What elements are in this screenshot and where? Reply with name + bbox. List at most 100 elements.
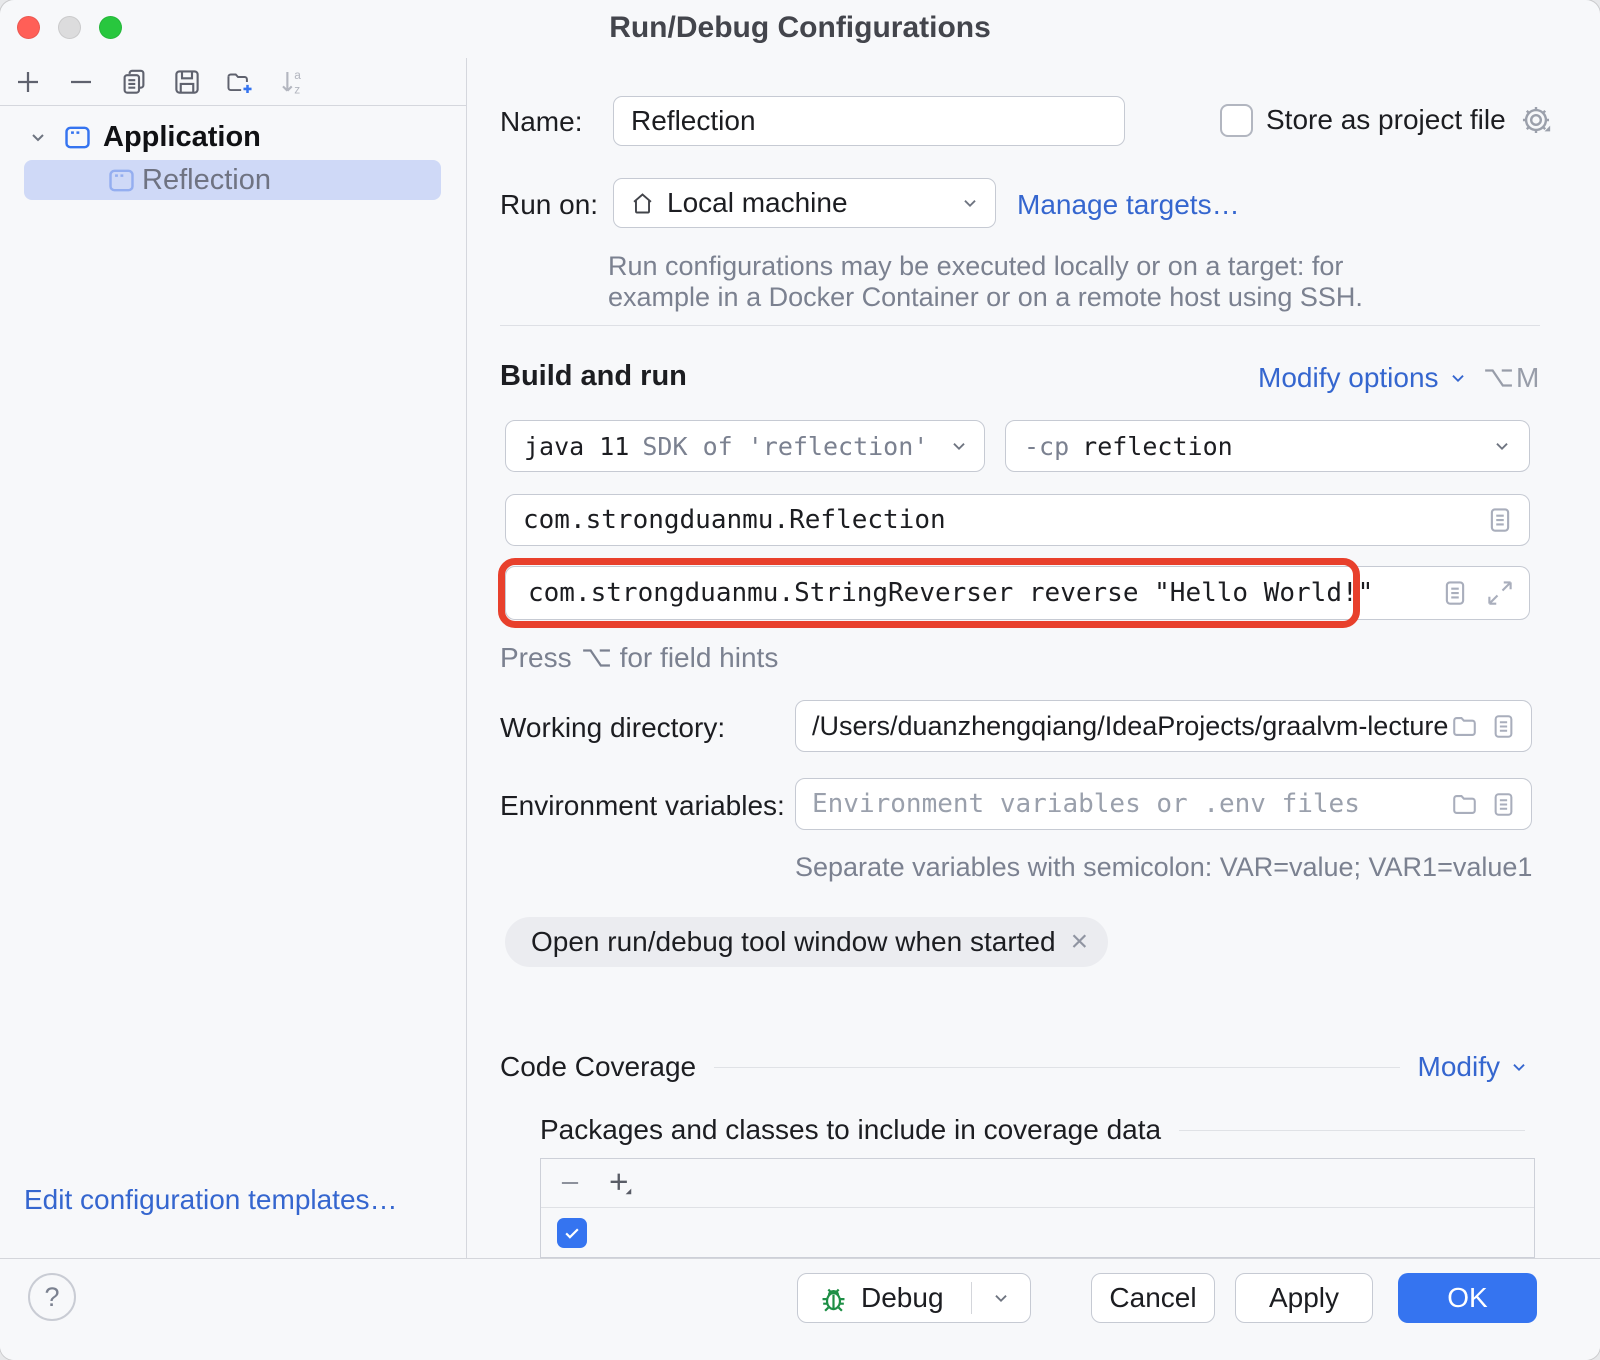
coverage-pattern-row[interactable] bbox=[541, 1208, 1534, 1258]
save-icon bbox=[172, 67, 202, 97]
main-class-value: com.strongduanmu.Reflection bbox=[523, 505, 946, 535]
save-configuration-button[interactable] bbox=[172, 67, 202, 97]
chevron-down-icon bbox=[990, 1287, 1012, 1309]
configurations-toolbar: a z bbox=[0, 58, 466, 106]
close-icon[interactable]: × bbox=[1071, 927, 1089, 957]
option-key-icon bbox=[1483, 366, 1513, 390]
chevron-down-icon bbox=[959, 192, 981, 214]
classpath-select[interactable]: -cp reflection bbox=[1005, 420, 1530, 472]
list-icon[interactable] bbox=[1489, 712, 1518, 741]
pattern-checkbox[interactable] bbox=[557, 1218, 587, 1248]
folder-icon[interactable] bbox=[1450, 790, 1479, 819]
svg-text:a: a bbox=[294, 67, 301, 81]
coverage-table-toolbar bbox=[541, 1159, 1534, 1208]
expand-icon[interactable] bbox=[1485, 578, 1515, 608]
debug-button[interactable]: Debug bbox=[797, 1273, 1031, 1323]
debug-dropdown-button[interactable] bbox=[972, 1287, 1030, 1309]
coverage-packages-heading: Packages and classes to include in cover… bbox=[540, 1114, 1161, 1146]
classpath-flag: -cp bbox=[1024, 432, 1069, 461]
gear-icon[interactable] bbox=[1519, 103, 1553, 137]
question-mark-icon: ? bbox=[44, 1282, 59, 1313]
name-input[interactable]: Reflection bbox=[613, 96, 1125, 146]
application-icon bbox=[62, 122, 93, 153]
sidebar-divider bbox=[466, 58, 467, 1258]
chevron-down-icon bbox=[1508, 1056, 1530, 1078]
run-on-label: Run on: bbox=[500, 189, 598, 221]
dialog-footer: ? Debug Cancel Apply OK bbox=[0, 1258, 1600, 1360]
remove-pattern-button[interactable] bbox=[557, 1170, 583, 1196]
tree-item-label: Reflection bbox=[142, 164, 271, 197]
window-title: Run/Debug Configurations bbox=[0, 11, 1600, 45]
run-on-help-text: Run configurations may be executed local… bbox=[608, 251, 1363, 313]
tree-group-label: Application bbox=[103, 121, 261, 154]
run-debug-configurations-dialog: Run/Debug Configurations bbox=[0, 0, 1600, 1360]
home-icon bbox=[629, 190, 656, 217]
minus-icon bbox=[66, 67, 96, 97]
bug-icon bbox=[818, 1283, 849, 1314]
program-arguments-value: com.strongduanmu.StringReverser reverse … bbox=[528, 578, 1373, 608]
add-configuration-button[interactable] bbox=[13, 67, 43, 97]
modify-options-shortcut: M bbox=[1483, 362, 1539, 394]
folder-icon[interactable] bbox=[1450, 712, 1479, 741]
field-hints-text: Press for field hints bbox=[500, 642, 778, 674]
environment-variables-hint: Separate variables with semicolon: VAR=v… bbox=[795, 852, 1532, 883]
store-as-project-file: Store as project file bbox=[1220, 103, 1553, 137]
check-icon bbox=[562, 1223, 582, 1243]
run-on-value: Local machine bbox=[667, 187, 848, 219]
remove-configuration-button[interactable] bbox=[66, 67, 96, 97]
cancel-button[interactable]: Cancel bbox=[1091, 1273, 1215, 1323]
store-checkbox[interactable] bbox=[1220, 104, 1253, 137]
run-tool-window-chip[interactable]: Open run/debug tool window when started … bbox=[505, 917, 1108, 967]
list-icon[interactable] bbox=[1485, 505, 1515, 535]
jre-version: java 11 bbox=[524, 432, 629, 461]
jre-select[interactable]: java 11 SDK of 'reflection' bbox=[505, 420, 985, 472]
classpath-value: reflection bbox=[1082, 432, 1233, 461]
ok-button[interactable]: OK bbox=[1398, 1273, 1537, 1323]
manage-targets-link[interactable]: Manage targets… bbox=[1017, 189, 1240, 221]
copy-icon bbox=[119, 67, 149, 97]
edit-templates-link[interactable]: Edit configuration templates… bbox=[24, 1184, 398, 1216]
chip-label: Open run/debug tool window when started bbox=[531, 926, 1056, 958]
jre-description: SDK of 'reflection' bbox=[642, 432, 928, 461]
coverage-patterns-table bbox=[540, 1158, 1535, 1258]
environment-variables-input[interactable]: Environment variables or .env files bbox=[795, 778, 1532, 830]
environment-variables-label: Environment variables: bbox=[500, 790, 785, 822]
sort-az-icon: a z bbox=[278, 67, 308, 97]
debug-label: Debug bbox=[861, 1282, 944, 1314]
help-button[interactable]: ? bbox=[28, 1273, 76, 1321]
working-directory-label: Working directory: bbox=[500, 712, 725, 744]
working-directory-value: /Users/duanzhengqiang/IdeaProjects/graal… bbox=[812, 711, 1450, 742]
name-label: Name: bbox=[500, 106, 582, 138]
name-value: Reflection bbox=[631, 105, 756, 137]
code-coverage-heading: Code Coverage bbox=[500, 1051, 696, 1083]
working-directory-input[interactable]: /Users/duanzhengqiang/IdeaProjects/graal… bbox=[795, 700, 1532, 752]
list-icon[interactable] bbox=[1440, 578, 1470, 608]
coverage-modify-link[interactable]: Modify bbox=[1418, 1051, 1530, 1083]
store-label: Store as project file bbox=[1266, 104, 1506, 136]
main-class-input[interactable]: com.strongduanmu.Reflection bbox=[505, 494, 1530, 546]
copy-configuration-button[interactable] bbox=[119, 67, 149, 97]
chevron-down-icon bbox=[1491, 435, 1513, 457]
svg-text:z: z bbox=[294, 82, 300, 96]
program-arguments-input[interactable]: com.strongduanmu.StringReverser reverse … bbox=[505, 566, 1530, 620]
application-icon bbox=[106, 165, 137, 196]
chevron-down-icon bbox=[948, 435, 970, 457]
run-on-select[interactable]: Local machine bbox=[613, 178, 996, 228]
plus-icon bbox=[13, 67, 43, 97]
section-divider bbox=[500, 325, 1540, 326]
tree-item-reflection[interactable]: Reflection bbox=[24, 160, 441, 200]
option-key-icon bbox=[581, 646, 611, 670]
build-and-run-heading: Build and run bbox=[500, 360, 687, 393]
tree-group-application[interactable]: Application bbox=[26, 116, 261, 158]
code-coverage-section: Code Coverage Modify bbox=[500, 1051, 1530, 1083]
sort-configurations-button: a z bbox=[278, 67, 308, 97]
add-pattern-button[interactable] bbox=[605, 1168, 635, 1198]
list-icon[interactable] bbox=[1489, 790, 1518, 819]
new-folder-button[interactable] bbox=[225, 67, 255, 97]
chevron-down-icon bbox=[1447, 367, 1469, 389]
apply-button[interactable]: Apply bbox=[1235, 1273, 1373, 1323]
environment-variables-placeholder: Environment variables or .env files bbox=[812, 789, 1450, 819]
divider bbox=[714, 1067, 1399, 1068]
divider bbox=[1179, 1130, 1525, 1131]
modify-options-link[interactable]: Modify options bbox=[1258, 362, 1469, 394]
